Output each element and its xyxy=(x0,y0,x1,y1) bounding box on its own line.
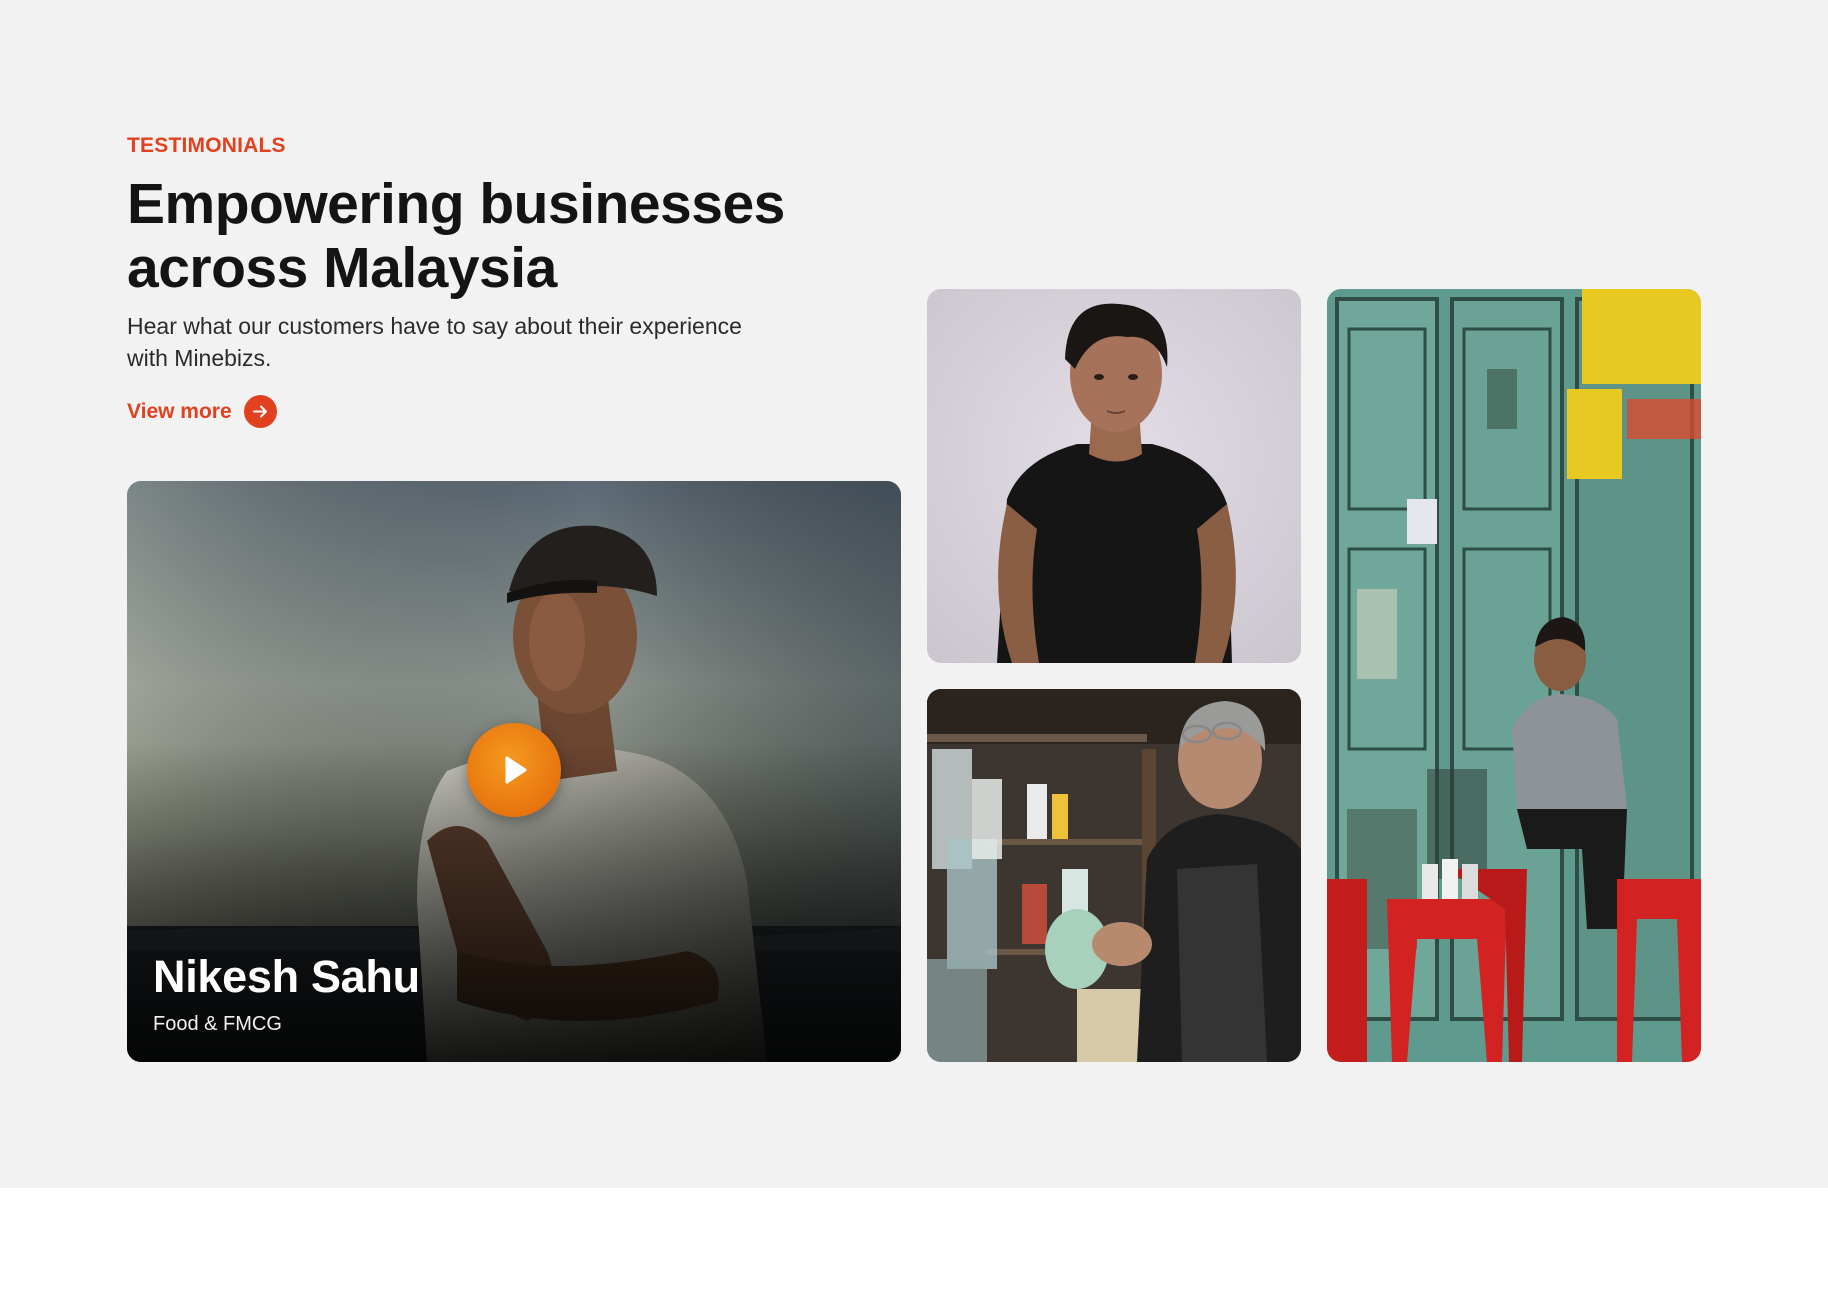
section-eyebrow: TESTIMONIALS xyxy=(127,134,286,157)
play-icon xyxy=(505,756,527,784)
description-line-1: Hear what our customers have to say abou… xyxy=(127,313,742,339)
testimonial-card-workshop[interactable] xyxy=(927,689,1301,1062)
testimonial-photo-workshop xyxy=(927,689,1301,1062)
testimonial-person-industry: Food & FMCG xyxy=(153,1013,282,1035)
featured-testimonial-card[interactable]: Nikesh Sahu Food & FMCG xyxy=(127,481,901,1062)
testimonial-card-street[interactable] xyxy=(1327,289,1701,1062)
description-line-2: with Minebizs. xyxy=(127,345,272,371)
testimonials-section: TESTIMONIALS Empowering businesses acros… xyxy=(0,0,1828,1188)
section-headline: Empowering businesses across Malaysia xyxy=(127,172,887,300)
headline-line-2: across Malaysia xyxy=(127,236,557,300)
testimonial-person-name: Nikesh Sahu xyxy=(153,951,420,1002)
headline-line-1: Empowering businesses xyxy=(127,172,785,236)
view-more-link[interactable]: View more xyxy=(127,395,277,428)
testimonial-photo-street xyxy=(1327,289,1701,1062)
section-description: Hear what our customers have to say abou… xyxy=(127,310,807,374)
testimonial-photo-portrait xyxy=(927,289,1301,663)
testimonial-card-portrait[interactable] xyxy=(927,289,1301,663)
view-more-label: View more xyxy=(127,399,232,423)
arrow-right-circle-icon xyxy=(243,395,277,428)
play-video-button[interactable] xyxy=(467,723,561,817)
